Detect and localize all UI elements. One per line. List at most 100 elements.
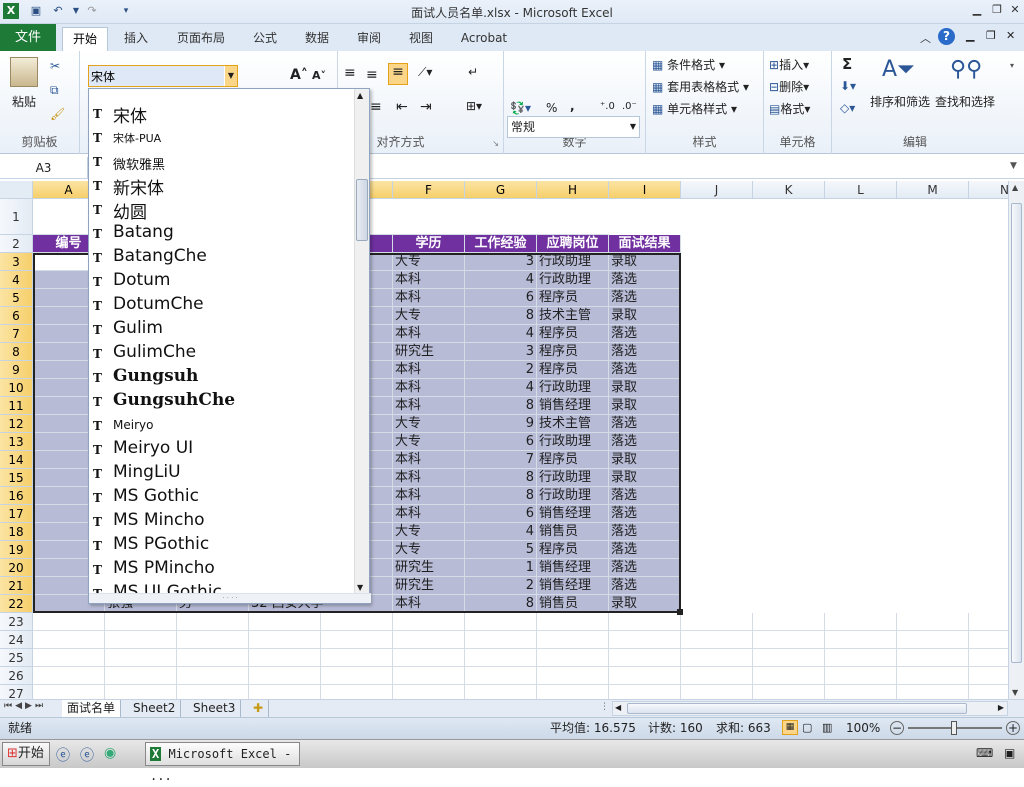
table-cell[interactable]: 研究生: [393, 559, 465, 577]
table-cell[interactable]: 本科: [393, 289, 465, 307]
column-header-l[interactable]: L: [825, 181, 897, 199]
close-icon[interactable]: ✕: [1006, 2, 1024, 18]
table-cell[interactable]: 销售经理: [537, 577, 609, 595]
minimize-icon[interactable]: ▁: [968, 2, 986, 18]
column-header-k[interactable]: K: [753, 181, 825, 199]
empty-cell[interactable]: [33, 649, 105, 667]
hscroll-thumb[interactable]: [627, 703, 967, 714]
table-cell[interactable]: 行政助理: [537, 469, 609, 487]
table-cell[interactable]: 程序员: [537, 343, 609, 361]
vscroll-down-icon[interactable]: ▼: [1012, 688, 1018, 697]
table-cell[interactable]: 录取: [609, 307, 681, 325]
table-cell[interactable]: 行政助理: [537, 271, 609, 289]
format-painter-icon[interactable]: 🖌: [50, 107, 65, 121]
font-option[interactable]: T 新宋体: [89, 173, 355, 199]
empty-cell[interactable]: [969, 667, 1008, 685]
table-cell[interactable]: 8: [465, 487, 537, 505]
row-header-23[interactable]: 23: [0, 613, 33, 631]
table-cell[interactable]: 销售经理: [537, 397, 609, 415]
font-option[interactable]: T 宋体: [89, 101, 355, 127]
empty-cell[interactable]: [825, 667, 897, 685]
font-option[interactable]: T BatangChe: [89, 245, 355, 269]
empty-cell[interactable]: [249, 667, 321, 685]
table-cell[interactable]: 程序员: [537, 289, 609, 307]
restore-icon[interactable]: ❐: [988, 2, 1006, 18]
zoom-level[interactable]: 100%: [846, 718, 880, 738]
header-cell[interactable]: 应聘岗位: [537, 235, 609, 253]
tray-keyboard-icon[interactable]: ⌨: [976, 746, 993, 760]
tab-acrobat[interactable]: Acrobat: [452, 27, 516, 51]
empty-cell[interactable]: [681, 649, 753, 667]
empty-cell[interactable]: [969, 613, 1008, 631]
font-dropdown-list[interactable]: T 宋体 T 宋体-PUA T 微软雅黑 T 新宋体 T 幼圆 T Batang T BatangChe T…: [88, 88, 371, 604]
vertical-scrollbar[interactable]: ▲ ▼: [1008, 181, 1024, 699]
table-cell[interactable]: 落选: [609, 343, 681, 361]
column-header-m[interactable]: M: [897, 181, 969, 199]
empty-cell[interactable]: [897, 667, 969, 685]
table-cell[interactable]: 本科: [393, 487, 465, 505]
normal-view-icon[interactable]: ▦: [782, 720, 798, 735]
grow-font-icon[interactable]: A˄: [290, 67, 308, 83]
table-cell[interactable]: 录取: [609, 595, 681, 613]
wrap-text-icon[interactable]: ↵: [468, 65, 478, 79]
empty-cell[interactable]: [897, 685, 969, 699]
tab-review[interactable]: 审阅: [348, 27, 390, 51]
table-cell[interactable]: 研究生: [393, 577, 465, 595]
increase-decimal-icon[interactable]: ⁺.0: [600, 101, 615, 112]
font-option[interactable]: T Dotum: [89, 269, 355, 293]
empty-cell[interactable]: [33, 613, 105, 631]
font-dropdown-arrow-icon[interactable]: ▼: [225, 66, 237, 86]
empty-cell[interactable]: [537, 631, 609, 649]
column-header-i[interactable]: I: [609, 181, 681, 199]
decrease-decimal-icon[interactable]: .0⁻: [622, 101, 637, 112]
empty-cell[interactable]: [897, 631, 969, 649]
header-cell[interactable]: 面试结果: [609, 235, 681, 253]
row-header-14[interactable]: 14: [0, 451, 33, 469]
empty-cell[interactable]: [105, 685, 177, 699]
font-option[interactable]: T GulimChe: [89, 341, 355, 365]
hscroll-left-icon[interactable]: ◀: [615, 703, 621, 712]
paste-icon[interactable]: [10, 57, 38, 87]
table-cell[interactable]: 本科: [393, 325, 465, 343]
empty-cell[interactable]: [393, 649, 465, 667]
table-cell[interactable]: 大专: [393, 307, 465, 325]
table-cell[interactable]: 行政助理: [537, 433, 609, 451]
tab-page-layout[interactable]: 页面布局: [168, 27, 234, 51]
table-cell[interactable]: 大专: [393, 415, 465, 433]
table-cell[interactable]: 程序员: [537, 541, 609, 559]
row-header-18[interactable]: 18: [0, 523, 33, 541]
table-cell[interactable]: 落选: [609, 415, 681, 433]
empty-cell[interactable]: [465, 649, 537, 667]
empty-cell[interactable]: [609, 667, 681, 685]
column-header-g[interactable]: G: [465, 181, 537, 199]
font-option[interactable]: T 微软雅黑: [89, 149, 355, 173]
row-header-21[interactable]: 21: [0, 577, 33, 595]
empty-cell[interactable]: [33, 685, 105, 699]
table-cell[interactable]: 6: [465, 505, 537, 523]
font-list-scroll-thumb[interactable]: [356, 179, 368, 241]
table-cell[interactable]: 销售经理: [537, 505, 609, 523]
zoom-slider-thumb[interactable]: [951, 721, 957, 735]
font-option[interactable]: T 幼圆: [89, 197, 355, 223]
table-cell[interactable]: 程序员: [537, 325, 609, 343]
table-cell[interactable]: 行政助理: [537, 253, 609, 271]
empty-cell[interactable]: [249, 631, 321, 649]
empty-cell[interactable]: [105, 649, 177, 667]
empty-cell[interactable]: [537, 685, 609, 699]
tab-home[interactable]: 开始: [62, 27, 108, 51]
table-cell[interactable]: 落选: [609, 433, 681, 451]
tab-formulas[interactable]: 公式: [244, 27, 286, 51]
table-cell[interactable]: 本科: [393, 595, 465, 613]
table-cell[interactable]: 大专: [393, 433, 465, 451]
resize-grip-icon[interactable]: · · · ·: [89, 593, 371, 603]
table-cell[interactable]: 落选: [609, 271, 681, 289]
row-header-16[interactable]: 16: [0, 487, 33, 505]
table-cell[interactable]: 销售员: [537, 595, 609, 613]
table-cell[interactable]: 本科: [393, 271, 465, 289]
table-cell[interactable]: 本科: [393, 379, 465, 397]
sheet-tab-sheet3[interactable]: Sheet3: [188, 700, 242, 717]
table-cell[interactable]: 录取: [609, 451, 681, 469]
table-cell[interactable]: 4: [465, 325, 537, 343]
font-name-input[interactable]: [89, 66, 224, 86]
find-select-button[interactable]: 查找和选择: [935, 93, 995, 110]
